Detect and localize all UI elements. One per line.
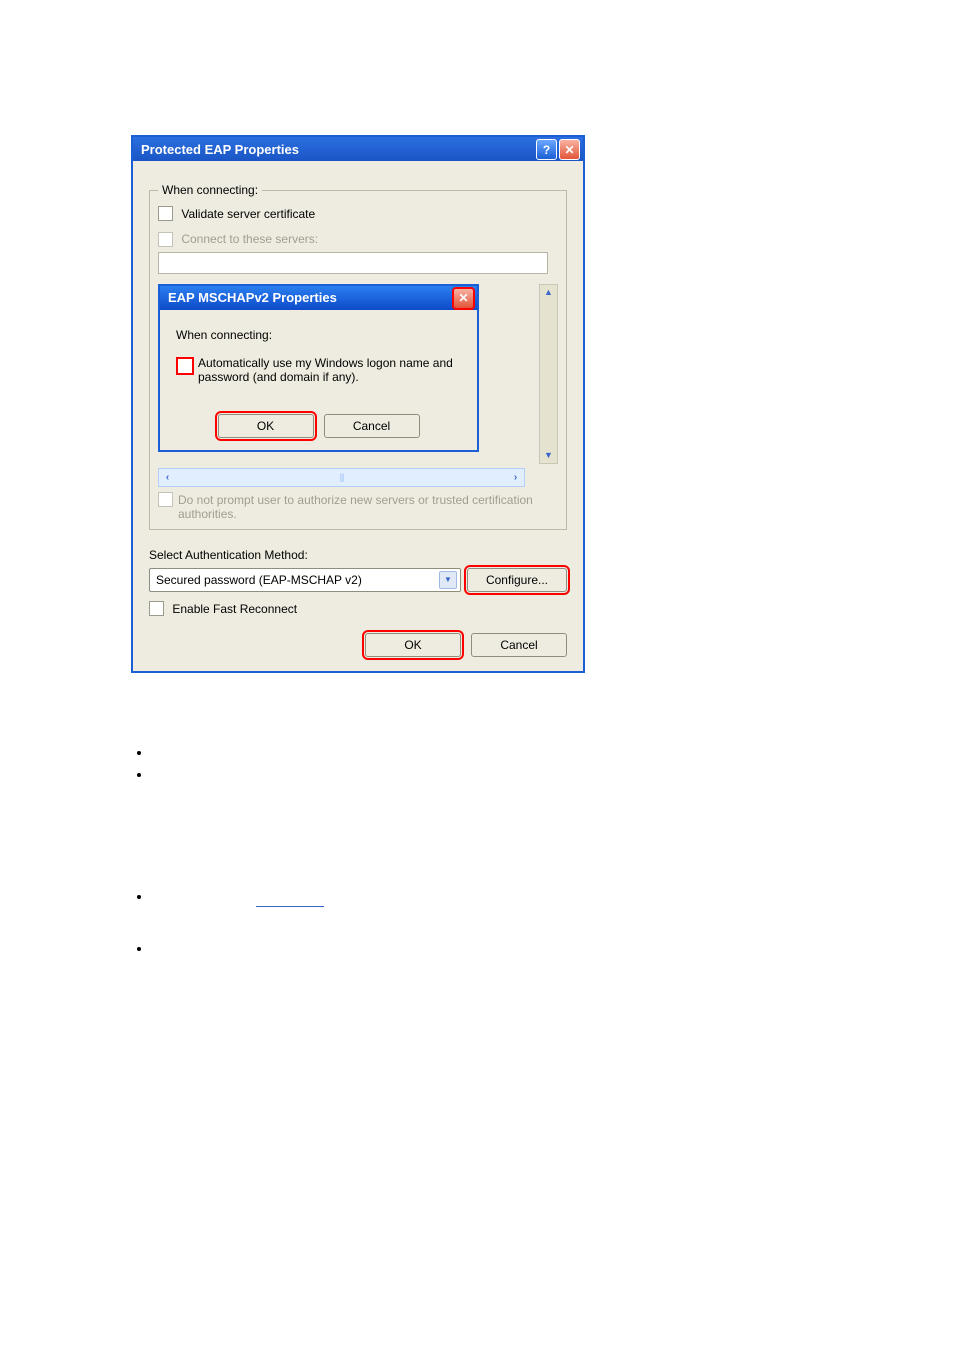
bullet-list <box>131 745 151 963</box>
inner-button-row: OK Cancel <box>176 414 461 438</box>
inner-cancel-button[interactable]: Cancel <box>324 414 420 438</box>
auto-logon-checkbox[interactable] <box>176 357 194 375</box>
close-icon[interactable]: ✕ <box>559 139 580 160</box>
validate-server-checkbox[interactable] <box>158 206 173 221</box>
scroll-down-icon[interactable]: ▼ <box>541 448 556 463</box>
chevron-down-icon[interactable]: ▼ <box>439 571 457 589</box>
scroll-up-icon[interactable]: ▲ <box>541 285 556 300</box>
auth-method-label: Select Authentication Method: <box>149 548 567 562</box>
validate-server-row[interactable]: Validate server certificate <box>158 207 558 222</box>
link-underline <box>256 906 324 907</box>
inner-titlebar[interactable]: EAP MSCHAPv2 Properties ✕ <box>160 286 477 310</box>
dialog-body: When connecting: Validate server certifi… <box>133 161 583 671</box>
auto-logon-label: Automatically use my Windows logon name … <box>198 356 461 384</box>
configure-button[interactable]: Configure... <box>467 568 567 592</box>
scroll-right-icon[interactable]: › <box>507 470 524 485</box>
ok-button[interactable]: OK <box>365 633 461 657</box>
connect-servers-checkbox <box>158 232 173 247</box>
noprompt-label: Do not prompt user to authorize new serv… <box>178 493 538 521</box>
connect-servers-label: Connect to these servers: <box>181 232 318 246</box>
inner-body: When connecting: Automatically use my Wi… <box>160 310 477 450</box>
servers-input <box>158 252 548 274</box>
auth-method-value: Secured password (EAP-MSCHAP v2) <box>156 573 362 587</box>
inner-close-icon[interactable]: ✕ <box>453 288 474 309</box>
vertical-scrollbar[interactable]: ▲ ▼ <box>539 284 558 464</box>
inner-area: EAP MSCHAPv2 Properties ✕ When connectin… <box>158 278 558 464</box>
cancel-button[interactable]: Cancel <box>471 633 567 657</box>
connect-servers-row: Connect to these servers: <box>158 232 558 273</box>
when-connecting-label: When connecting: <box>158 183 262 197</box>
noprompt-checkbox <box>158 492 173 507</box>
auth-method-combo[interactable]: Secured password (EAP-MSCHAP v2) ▼ <box>149 568 461 592</box>
bottom-button-row: OK Cancel <box>149 633 567 657</box>
scroll-left-icon[interactable]: ‹ <box>159 470 176 485</box>
inner-when-connecting-label: When connecting: <box>176 328 461 342</box>
inner-ok-button[interactable]: OK <box>218 414 314 438</box>
auth-row: Secured password (EAP-MSCHAP v2) ▼ Confi… <box>149 568 567 592</box>
fast-reconnect-label: Enable Fast Reconnect <box>172 602 297 616</box>
scroll-grip-icon: ||| <box>339 472 343 482</box>
protected-eap-dialog: Protected EAP Properties ? ✕ When connec… <box>131 135 585 673</box>
dialog-title: Protected EAP Properties <box>141 142 299 157</box>
horizontal-scrollbar[interactable]: ‹ ||| › <box>158 468 525 487</box>
title-controls: ? ✕ <box>536 139 580 160</box>
inner-title-controls: ✕ <box>453 288 474 309</box>
titlebar[interactable]: Protected EAP Properties ? ✕ <box>133 137 583 161</box>
mschapv2-dialog: EAP MSCHAPv2 Properties ✕ When connectin… <box>158 284 479 452</box>
fast-reconnect-checkbox[interactable] <box>149 601 164 616</box>
noprompt-row: Do not prompt user to authorize new serv… <box>158 493 558 521</box>
auto-logon-row[interactable]: Automatically use my Windows logon name … <box>176 356 461 384</box>
fast-reconnect-row[interactable]: Enable Fast Reconnect <box>149 602 567 617</box>
when-connecting-group: When connecting: Validate server certifi… <box>149 183 567 530</box>
help-icon[interactable]: ? <box>536 139 557 160</box>
inner-dialog-title: EAP MSCHAPv2 Properties <box>168 290 337 305</box>
validate-server-label: Validate server certificate <box>181 207 315 221</box>
